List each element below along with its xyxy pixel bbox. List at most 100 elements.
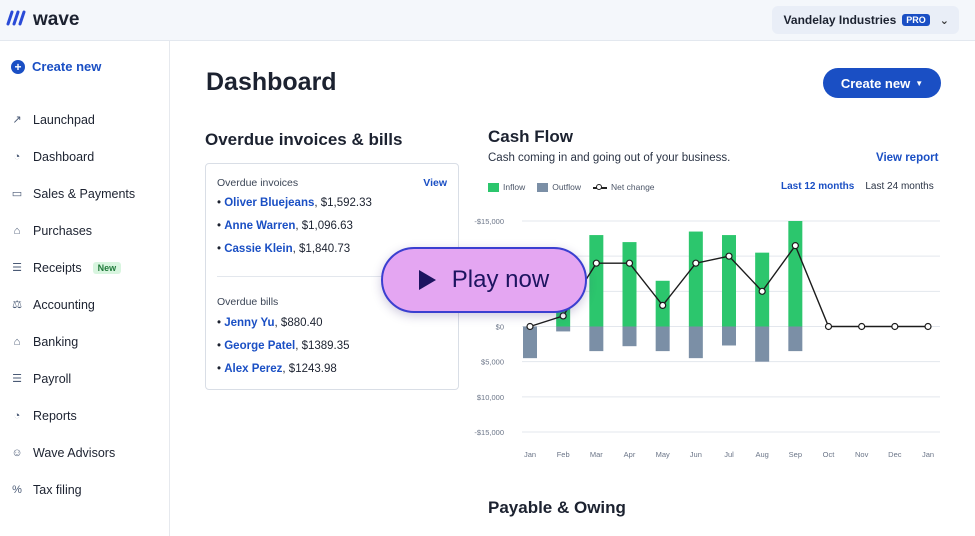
invoice-row[interactable]: • Oliver Bluejeans, $1,592.33	[217, 197, 372, 209]
net-change-point	[924, 322, 932, 331]
outflow-bar	[788, 326, 803, 352]
sidebar-item-payroll[interactable]: ☰ Payroll	[10, 360, 135, 397]
inflow-bar	[688, 231, 703, 327]
sidebar-item-dashboard[interactable]: ◔ Dashboard	[10, 138, 135, 175]
invoice-amount: , $1,096.63	[295, 220, 353, 232]
x-tick-label: Jan	[524, 450, 536, 459]
sidebar-item-label: Purchases	[33, 223, 93, 238]
sidebar-item-sales-payments[interactable]: ▭ Sales & Payments	[10, 175, 135, 212]
inflow-bar	[589, 235, 604, 327]
bill-row[interactable]: • Alex Perez, $1243.98	[217, 363, 337, 375]
x-tick-label: Sep	[789, 450, 802, 459]
invoice-customer[interactable]: Cassie Klein	[224, 243, 292, 255]
payroll-icon: ☰	[12, 373, 22, 385]
sidebar-item-receipts[interactable]: ☰ Receipts New	[10, 249, 135, 286]
view-invoices-link[interactable]: View	[423, 177, 447, 189]
outflow-bar	[523, 326, 537, 359]
sidebar-item-label: Accounting	[33, 297, 95, 312]
legend-net-change: Net change	[593, 182, 655, 192]
range-last-24-months[interactable]: Last 24 months	[865, 181, 933, 192]
sidebar: + Create new ↗ Launchpad ◔ Dashboard ▭ Sales …	[0, 41, 170, 536]
x-tick-label: Apr	[624, 450, 636, 459]
invoice-amount: , $1,840.73	[292, 243, 351, 255]
sidebar-nav: ↗ Launchpad ◔ Dashboard ▭ Sales & Payments ⌂ Pu…	[10, 101, 135, 508]
overdue-section-title: Overdue invoices & bills	[205, 130, 403, 149]
bill-amount: , $880.40	[274, 317, 323, 329]
create-new-button[interactable]: Create new ▼	[823, 68, 941, 98]
sidebar-item-label: Sales & Payments	[33, 186, 136, 201]
people-icon: ☺	[11, 446, 23, 459]
legend-outflow: Outflow	[537, 182, 581, 193]
view-report-link[interactable]: View report	[876, 152, 938, 164]
invoice-customer[interactable]: Oliver Bluejeans	[224, 197, 314, 209]
outflow-bar	[622, 326, 637, 347]
legend-inflow: Inflow	[488, 182, 525, 193]
bill-row[interactable]: • Jenny Yu, $880.40	[217, 317, 323, 329]
sidebar-item-tax-filing[interactable]: % Tax filing	[10, 471, 135, 508]
cash-flow-chart: -$15,000 $0 $5,000 $10,000 -$15,000 Jan Feb Mar…	[474, 217, 940, 459]
plus-icon: +	[11, 59, 25, 74]
card-icon: ▭	[11, 188, 23, 200]
pie-chart-icon: ◔	[13, 409, 21, 422]
gauge-icon: ◔	[13, 150, 21, 163]
inflow-bar	[722, 235, 736, 327]
range-last-12-months[interactable]: Last 12 months	[781, 181, 854, 192]
sidebar-create-label: Create new	[32, 59, 102, 74]
inflow-bar	[788, 221, 803, 327]
play-now-button[interactable]: Play now	[381, 247, 587, 313]
y-tick-label: $10,000	[477, 393, 504, 402]
rocket-icon: ↗	[12, 114, 22, 126]
outflow-bar	[688, 326, 703, 359]
x-tick-label: Jan	[922, 450, 934, 459]
sidebar-item-purchases[interactable]: ⌂ Purchases	[10, 212, 135, 249]
x-tick-label: Oct	[823, 450, 836, 459]
bill-vendor[interactable]: Jenny Yu	[224, 317, 274, 329]
outflow-bar	[755, 326, 770, 362]
bill-vendor[interactable]: George Patel	[224, 340, 295, 352]
net-change-point	[791, 242, 799, 250]
x-tick-label: Dec	[888, 450, 902, 459]
cash-flow-subtitle: Cash coming in and going out of your bus…	[488, 152, 731, 164]
business-name: Vandelay Industries	[783, 13, 897, 27]
sidebar-item-launchpad[interactable]: ↗ Launchpad	[10, 101, 135, 138]
invoice-row[interactable]: • Cassie Klein, $1,840.73	[217, 243, 350, 255]
net-change-point	[858, 322, 866, 331]
sidebar-create-new[interactable]: + Create new	[11, 59, 101, 74]
caret-down-icon: ▼	[915, 78, 924, 88]
sidebar-item-label: Reports	[33, 408, 77, 423]
sidebar-item-reports[interactable]: ◔ Reports	[10, 397, 135, 434]
outflow-bar	[589, 326, 604, 352]
inflow-bar	[622, 242, 637, 327]
y-tick-label: -$15,000	[474, 428, 504, 437]
sidebar-item-wave-advisors[interactable]: ☺ Wave Advisors	[10, 434, 135, 471]
x-tick-label: Aug	[755, 450, 768, 459]
wave-logo-icon	[6, 10, 28, 31]
net-change-point	[824, 322, 833, 331]
bill-vendor[interactable]: Alex Perez	[224, 363, 282, 375]
x-tick-label: Jul	[724, 450, 734, 459]
bill-row[interactable]: • George Patel, $1389.35	[217, 340, 350, 352]
receipt-icon: ☰	[12, 262, 22, 274]
wave-logo[interactable]: wave	[6, 9, 79, 31]
net-change-point	[559, 312, 567, 320]
invoice-customer[interactable]: Anne Warren	[224, 220, 295, 232]
bank-icon: ⌂	[13, 335, 21, 348]
net-change-point	[659, 301, 667, 310]
net-change-point	[891, 322, 899, 331]
net-change-point	[692, 259, 700, 267]
sidebar-item-banking[interactable]: ⌂ Banking	[10, 323, 135, 360]
chart-legend: Inflow Outflow Net change	[488, 182, 655, 193]
wave-logo-text: wave	[33, 9, 80, 30]
invoice-row[interactable]: • Anne Warren, $1,096.63	[217, 220, 353, 232]
sidebar-item-accounting[interactable]: ⚖ Accounting	[10, 286, 135, 323]
sidebar-item-label: Payroll	[33, 371, 72, 386]
net-change-point	[758, 287, 766, 295]
sidebar-item-label: Receipts	[33, 260, 82, 275]
overdue-invoices-label: Overdue invoices	[217, 177, 299, 189]
outflow-bar	[556, 326, 571, 332]
create-new-button-label: Create new	[840, 75, 911, 91]
sidebar-item-label: Dashboard	[33, 149, 95, 164]
chevron-down-icon: ⌄	[939, 14, 949, 27]
business-switcher[interactable]: Vandelay Industries PRO ⌄	[771, 6, 959, 34]
net-change-point	[625, 259, 634, 267]
